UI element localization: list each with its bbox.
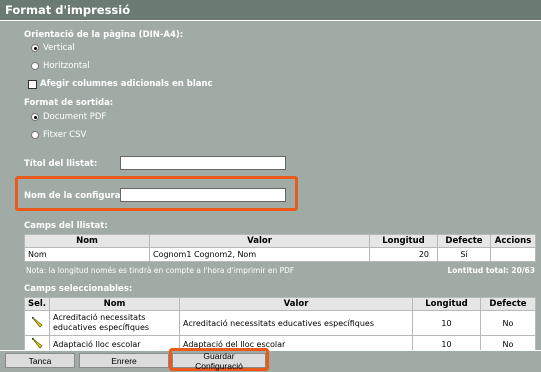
- radio-button[interactable]: [31, 131, 39, 139]
- total-length: Lontitud total: 20/63: [447, 266, 535, 275]
- cell-valor: Cognom1 Cognom2, Nom: [149, 247, 370, 262]
- option-label: Horitzontal: [43, 61, 90, 71]
- list-title-input[interactable]: [120, 156, 286, 170]
- orientation-option-horizontal[interactable]: Horitzontal: [31, 60, 90, 72]
- radio-button-selected[interactable]: [31, 113, 39, 121]
- cell-nom: Nom: [24, 247, 150, 262]
- cell-defecte: No: [480, 310, 536, 336]
- column-header-defecte[interactable]: Defecte: [437, 234, 491, 248]
- pencil-icon[interactable]: [30, 337, 44, 351]
- radio-button-selected[interactable]: [31, 44, 39, 52]
- back-button[interactable]: Enrere: [79, 353, 169, 368]
- close-button[interactable]: Tanca: [5, 353, 75, 368]
- column-header-nom[interactable]: Nom: [24, 234, 150, 248]
- column-header-valor[interactable]: Valor: [149, 234, 370, 248]
- cell-valor: Acreditació necessitats educatives espec…: [179, 310, 413, 336]
- column-header-longitud[interactable]: Longitud: [412, 297, 481, 311]
- list-fields-heading: Camps del llistat:: [24, 221, 108, 231]
- column-header-valor[interactable]: Valor: [179, 297, 413, 311]
- option-label: Vertical: [43, 43, 75, 53]
- window-title: Format d'impressió: [5, 3, 131, 17]
- config-name-input[interactable]: [120, 188, 286, 202]
- table-row[interactable]: Acreditació necessitats educatives espec…: [24, 310, 536, 336]
- length-note: Nota: la longitud només es tindrà en com…: [26, 266, 295, 275]
- select-cell[interactable]: [24, 310, 50, 336]
- column-header-longitud[interactable]: Longitud: [369, 234, 438, 248]
- cell-nom: Acreditació necessitats educatives espec…: [49, 310, 180, 336]
- selectable-fields-heading: Camps seleccionables:: [24, 284, 133, 294]
- radio-button[interactable]: [31, 62, 39, 70]
- cell-defecte[interactable]: Sí: [437, 247, 491, 262]
- cell-longitud[interactable]: 20: [369, 247, 438, 262]
- cell-accions[interactable]: [490, 247, 536, 262]
- format-option-csv[interactable]: Fitxer CSV: [31, 129, 86, 141]
- output-format-heading: Format de sortida:: [24, 98, 114, 108]
- pencil-icon[interactable]: [30, 315, 44, 329]
- format-option-pdf[interactable]: Document PDF: [31, 111, 106, 123]
- window-titlebar: Format d'impressió: [0, 0, 541, 21]
- orientation-heading: Orientació de la pàgina (DIN-A4):: [24, 30, 184, 40]
- option-label: Document PDF: [43, 112, 107, 122]
- table-row[interactable]: Nom Cognom1 Cognom2, Nom 20 Sí: [24, 247, 536, 262]
- column-header-sel[interactable]: Sel.: [24, 297, 50, 311]
- option-label: Afegir columnes adicionals en blanc: [40, 79, 213, 89]
- orientation-option-vertical[interactable]: Vertical: [31, 42, 75, 54]
- cell-longitud: 10: [412, 310, 481, 336]
- option-label: Fitxer CSV: [43, 130, 87, 140]
- column-header-accions[interactable]: Accions: [490, 234, 536, 248]
- selectable-fields-table: Sel. Nom Valor Longitud Defecte Acredita…: [24, 297, 536, 353]
- save-config-button[interactable]: Guardar Configuració: [172, 351, 266, 371]
- extra-columns-checkbox[interactable]: [28, 79, 37, 89]
- column-header-defecte[interactable]: Defecte: [480, 297, 536, 311]
- list-title-label: Títol del llistat:: [24, 159, 98, 169]
- extra-columns-option[interactable]: Afegir columnes adicionals en blanc: [28, 78, 213, 90]
- column-header-nom[interactable]: Nom: [49, 297, 180, 311]
- list-fields-table: Nom Valor Longitud Defecte Accions Nom C…: [24, 234, 536, 262]
